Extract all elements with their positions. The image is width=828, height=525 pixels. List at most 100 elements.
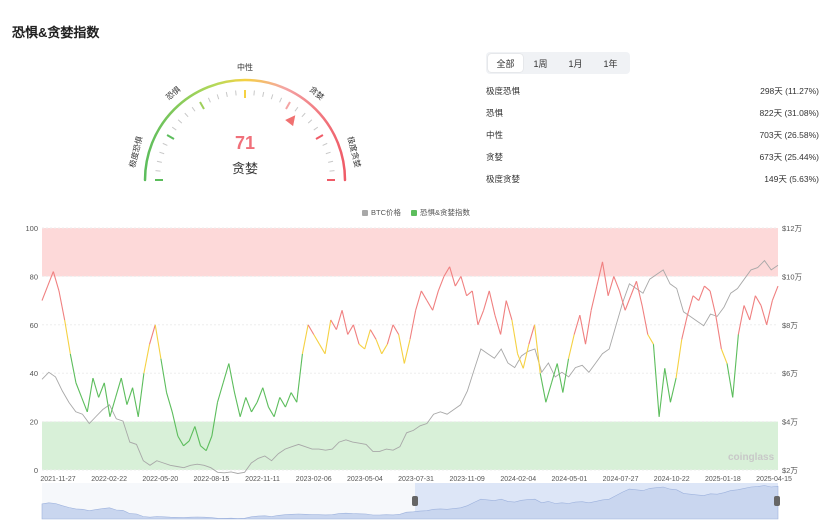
tab-month[interactable]: 1月 <box>558 54 593 72</box>
index-line-segment <box>132 387 139 417</box>
index-line-segment <box>551 363 558 384</box>
index-line-segment <box>154 324 162 359</box>
page-title: 恐惧&贪婪指数 <box>12 25 100 40</box>
index-line-segment <box>658 368 666 417</box>
index-line-segment <box>216 382 224 403</box>
stat-row-neutral: 中性 703天 (26.58%) <box>486 124 819 146</box>
tab-year[interactable]: 1年 <box>593 54 628 72</box>
gauge-tick <box>301 112 306 118</box>
gauge-label-neutral: 中性 <box>237 62 253 72</box>
gauge-tick <box>156 160 162 163</box>
y-left-tick-label: 0 <box>34 466 38 475</box>
index-line-segment <box>704 285 711 292</box>
gauge-label-extreme-greed: 极度贪婪 <box>346 135 364 168</box>
gauge-label-greed: 贪婪 <box>308 84 327 102</box>
x-tick-label: 2023-05-04 <box>347 476 383 483</box>
gauge-tick <box>315 134 324 140</box>
stat-label: 恐惧 <box>486 108 504 118</box>
index-line-segment <box>562 358 570 393</box>
index-line-segment <box>760 305 768 325</box>
index-line-segment <box>126 387 134 405</box>
index-line-segment <box>652 344 660 417</box>
gauge-tick <box>253 90 255 96</box>
index-line-segment <box>432 290 439 311</box>
index-line-segment <box>743 305 751 321</box>
index-line-segment <box>635 281 643 306</box>
index-line-segment <box>262 387 269 408</box>
index-line-segment <box>352 324 360 345</box>
index-line-segment <box>403 339 411 364</box>
legend-item-btc[interactable]: BTC价格 <box>362 207 401 218</box>
index-line-segment <box>313 334 320 345</box>
extreme-fear-band <box>42 421 778 470</box>
legend-item-index[interactable]: 恐惧&贪婪指数 <box>411 207 470 218</box>
gauge-value: 71 <box>235 133 255 153</box>
legend-label: 恐惧&贪婪指数 <box>420 208 471 217</box>
index-line-segment <box>720 348 728 364</box>
y-right-tick-label: $2万 <box>782 466 798 475</box>
index-line-segment <box>115 377 122 398</box>
x-tick-label: 2022-02-22 <box>91 476 127 483</box>
x-tick-label: 2024-05-01 <box>552 476 588 483</box>
range-slider-handle-right[interactable] <box>774 496 780 506</box>
index-line-segment <box>251 401 258 413</box>
stat-row-greed: 贪婪 673天 (25.44%) <box>486 146 819 168</box>
index-line-segment <box>675 339 683 379</box>
gauge-tick <box>155 170 161 172</box>
index-line-segment <box>732 334 739 398</box>
y-left-tick-label: 40 <box>30 369 38 378</box>
index-line-segment <box>369 329 377 340</box>
index-line-segment <box>686 295 694 316</box>
gauge-tick <box>199 101 205 110</box>
index-line-segment <box>466 290 473 297</box>
gauge-tick <box>294 106 299 112</box>
index-line-segment <box>534 324 541 374</box>
history-chart: BTC价格 恐惧&贪婪指数 0 20 40 60 80 100 $2万 $4万 $6万 $8万 $1… <box>0 200 828 525</box>
index-line-segment <box>318 343 326 355</box>
index-line-segment <box>392 324 400 335</box>
index-line-segment <box>613 276 620 292</box>
index-line-segment <box>579 315 587 345</box>
y-right-tick-label: $6万 <box>782 369 798 378</box>
stat-value: 822天 (31.08%) <box>759 108 819 118</box>
stat-label: 贪婪 <box>486 152 504 162</box>
stat-value: 673天 (25.44%) <box>759 152 819 162</box>
tab-all[interactable]: 全部 <box>488 54 523 72</box>
x-tick-label: 2022-05-20 <box>142 476 178 483</box>
gauge-tick <box>322 142 328 146</box>
index-line-segment <box>137 373 145 417</box>
x-tick-label: 2024-02-04 <box>500 476 536 483</box>
index-line-segment <box>528 324 536 345</box>
x-tick-label: 2022-11-11 <box>245 476 280 483</box>
index-line-segment <box>81 397 88 413</box>
index-line-segment <box>420 290 428 301</box>
gauge-tick <box>216 94 220 100</box>
index-line-segment <box>567 334 575 359</box>
index-line-segment <box>92 377 100 398</box>
index-line-segment <box>415 290 422 311</box>
index-line-segment <box>624 295 632 311</box>
index-line-segment <box>375 339 383 355</box>
index-line-segment <box>364 329 371 350</box>
index-line-segment <box>69 353 77 383</box>
gauge-tick <box>307 119 313 124</box>
index-line-segment <box>290 392 298 403</box>
gauge-tick <box>166 134 175 140</box>
period-tabs: 全部 1周 1月 1年 <box>486 52 630 74</box>
watermark: coinglass <box>728 452 775 463</box>
index-line-segment <box>726 363 734 398</box>
index-line-segment <box>460 276 468 296</box>
gauge-tick <box>207 97 211 103</box>
index-line-segment <box>267 406 275 418</box>
index-line-segment <box>454 276 462 287</box>
stat-row-extreme-greed: 极度贪婪 149天 (5.63%) <box>486 168 819 190</box>
gauge-tick <box>171 126 177 131</box>
stat-label: 极度恐惧 <box>486 86 521 96</box>
index-line-segment <box>284 392 292 408</box>
index-line-segment <box>698 285 705 301</box>
range-slider-handle-left[interactable] <box>412 496 418 506</box>
y-right-tick-label: $4万 <box>782 418 798 427</box>
tab-week[interactable]: 1周 <box>523 54 558 72</box>
index-line-segment <box>398 334 405 364</box>
gauge-tick <box>184 112 189 118</box>
